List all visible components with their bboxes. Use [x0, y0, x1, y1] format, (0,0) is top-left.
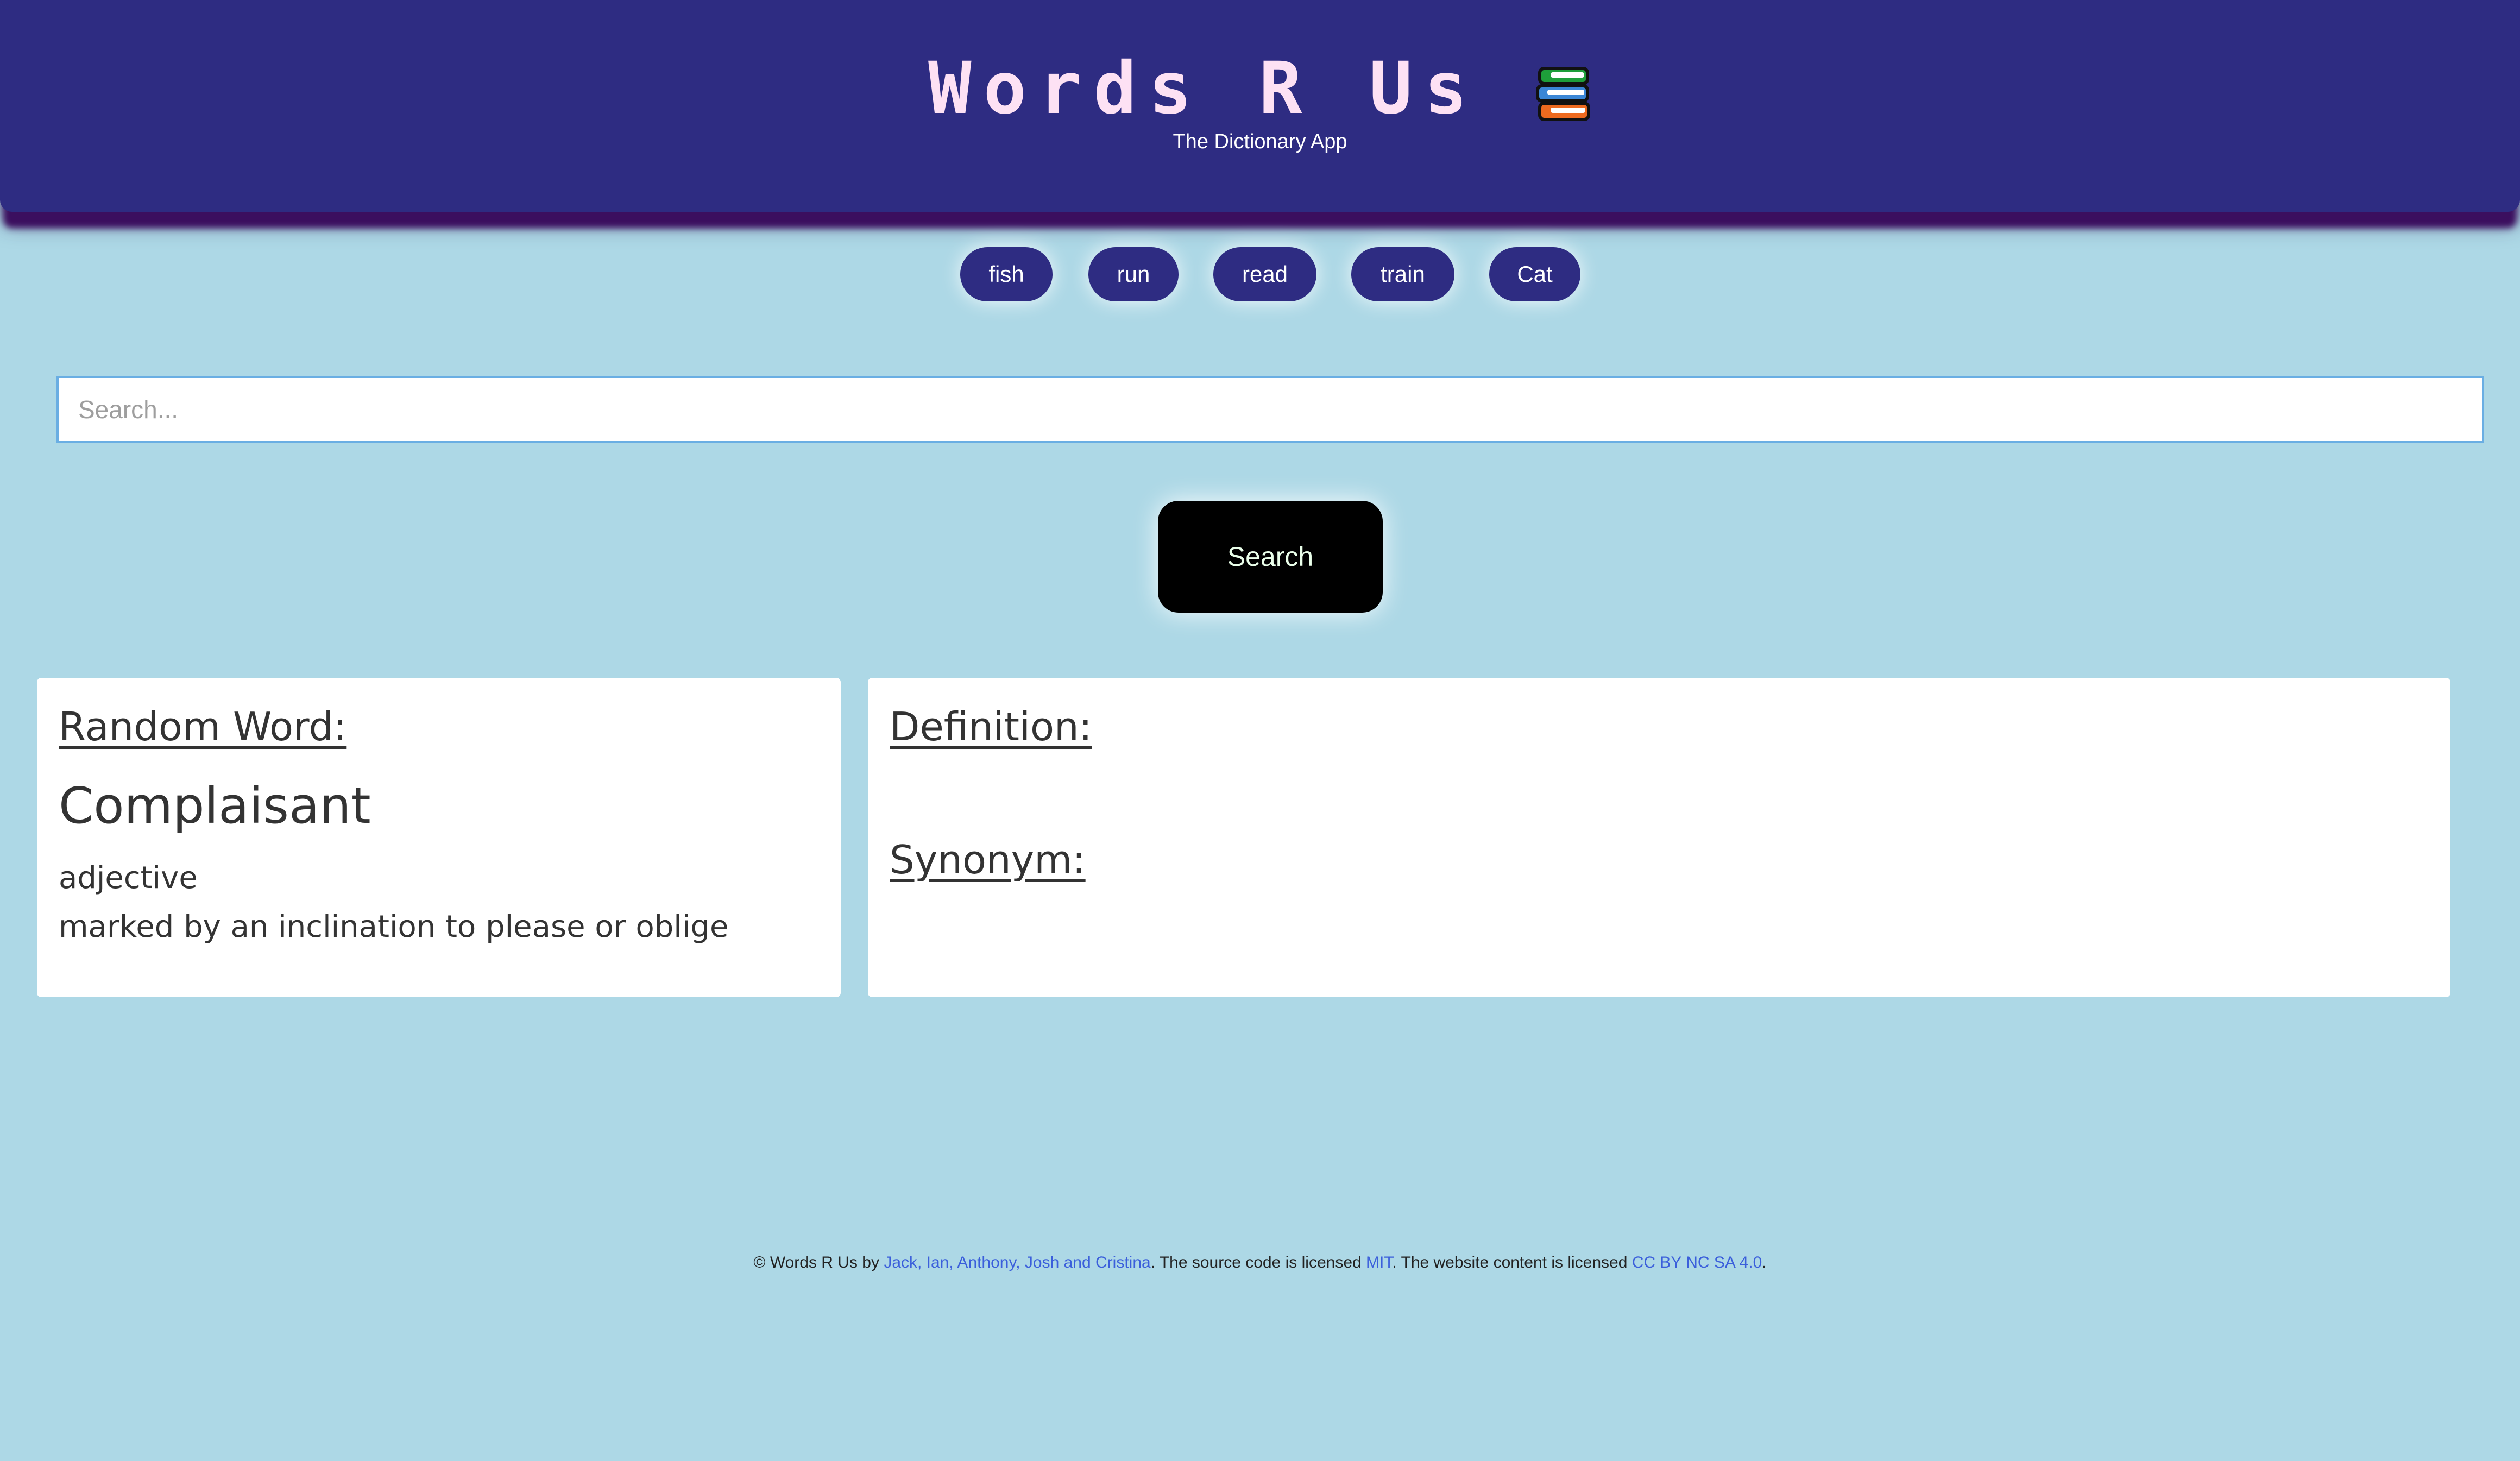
suggestion-run-button[interactable]: run	[1088, 247, 1179, 301]
app-subtitle: The Dictionary App	[1173, 130, 1347, 153]
suggestion-list: fish run read train Cat	[0, 247, 2520, 301]
mit-license-link[interactable]: MIT	[1366, 1254, 1392, 1271]
definition-text	[890, 754, 2429, 833]
random-word: Complaisant	[59, 777, 371, 835]
app-header: Words R Us The Dictionary App	[0, 0, 2520, 212]
suggestion-cat-button[interactable]: Cat	[1489, 247, 1580, 301]
synonym-text	[890, 887, 2429, 966]
cc-license-link[interactable]: CC BY NC SA 4.0	[1632, 1254, 1762, 1271]
suggestion-train-button[interactable]: train	[1351, 247, 1454, 301]
part-of-speech: adjective	[59, 860, 198, 896]
search-input[interactable]	[56, 376, 2484, 443]
authors-link[interactable]: Jack, Ian, Anthony, Josh and Cristina	[884, 1254, 1150, 1271]
footer-content-text: . The website content is licensed	[1392, 1254, 1632, 1271]
definition-heading: Definition:	[890, 704, 1092, 750]
random-word-definition: marked by an inclination to please or ob…	[59, 909, 729, 944]
random-word-card: Random Word: Complaisant adjective marke…	[37, 678, 841, 997]
random-word-heading: Random Word:	[59, 704, 347, 750]
footer-suffix: .	[1762, 1254, 1767, 1271]
title-row: Words R Us	[0, 48, 2520, 129]
definition-card: Definition: Synonym:	[868, 678, 2450, 997]
search-button[interactable]: Search	[1158, 501, 1383, 613]
suggestion-fish-button[interactable]: fish	[960, 247, 1053, 301]
footer-copyright: © Words R Us by	[753, 1254, 884, 1271]
synonym-heading: Synonym:	[890, 837, 1086, 883]
footer: © Words R Us by Jack, Ian, Anthony, Josh…	[0, 1254, 2520, 1272]
footer-source-text: . The source code is licensed	[1150, 1254, 1366, 1271]
book-stack-icon	[1535, 67, 1590, 121]
app-title: Words R Us	[928, 47, 1479, 130]
suggestion-read-button[interactable]: read	[1213, 247, 1316, 301]
